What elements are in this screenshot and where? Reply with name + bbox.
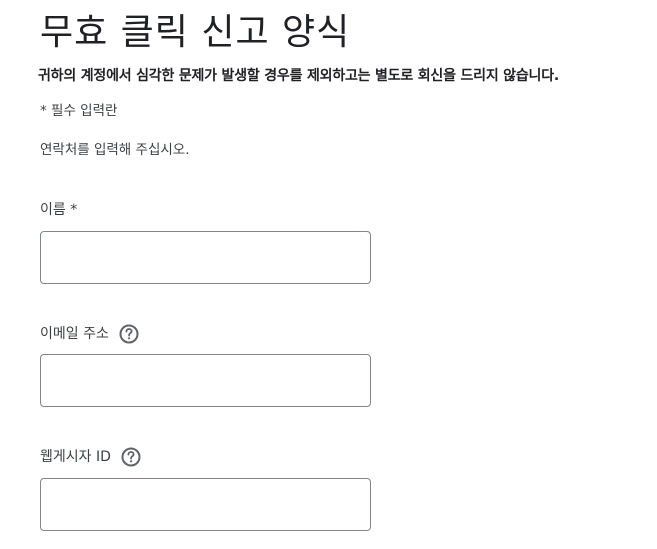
publisher-id-field-label: 웹게시자 ID [40, 446, 141, 468]
name-input[interactable] [40, 231, 371, 284]
publisher-id-help-icon[interactable] [121, 447, 141, 467]
email-help-icon[interactable] [119, 324, 139, 344]
help-circle-icon [121, 447, 141, 467]
email-input[interactable] [40, 354, 371, 407]
publisher-id-input[interactable] [40, 478, 371, 531]
publisher-id-label-text: 웹게시자 ID [40, 449, 111, 465]
required-fields-note: * 필수 입력란 [40, 103, 118, 119]
email-field-label: 이메일 주소 [40, 323, 139, 345]
help-circle-icon [119, 324, 139, 344]
email-label-text: 이메일 주소 [40, 326, 109, 342]
contact-info-prompt: 연락처를 입력해 주십시오. [40, 142, 190, 158]
reply-notice: 귀하의 계정에서 심각한 문제가 발생할 경우를 제외하고는 별도로 회신을 드… [38, 68, 560, 84]
name-label-text: 이름 * [40, 202, 78, 218]
name-field-label: 이름 * [40, 199, 77, 221]
page-title: 무효 클릭 신고 양식 [40, 12, 351, 53]
